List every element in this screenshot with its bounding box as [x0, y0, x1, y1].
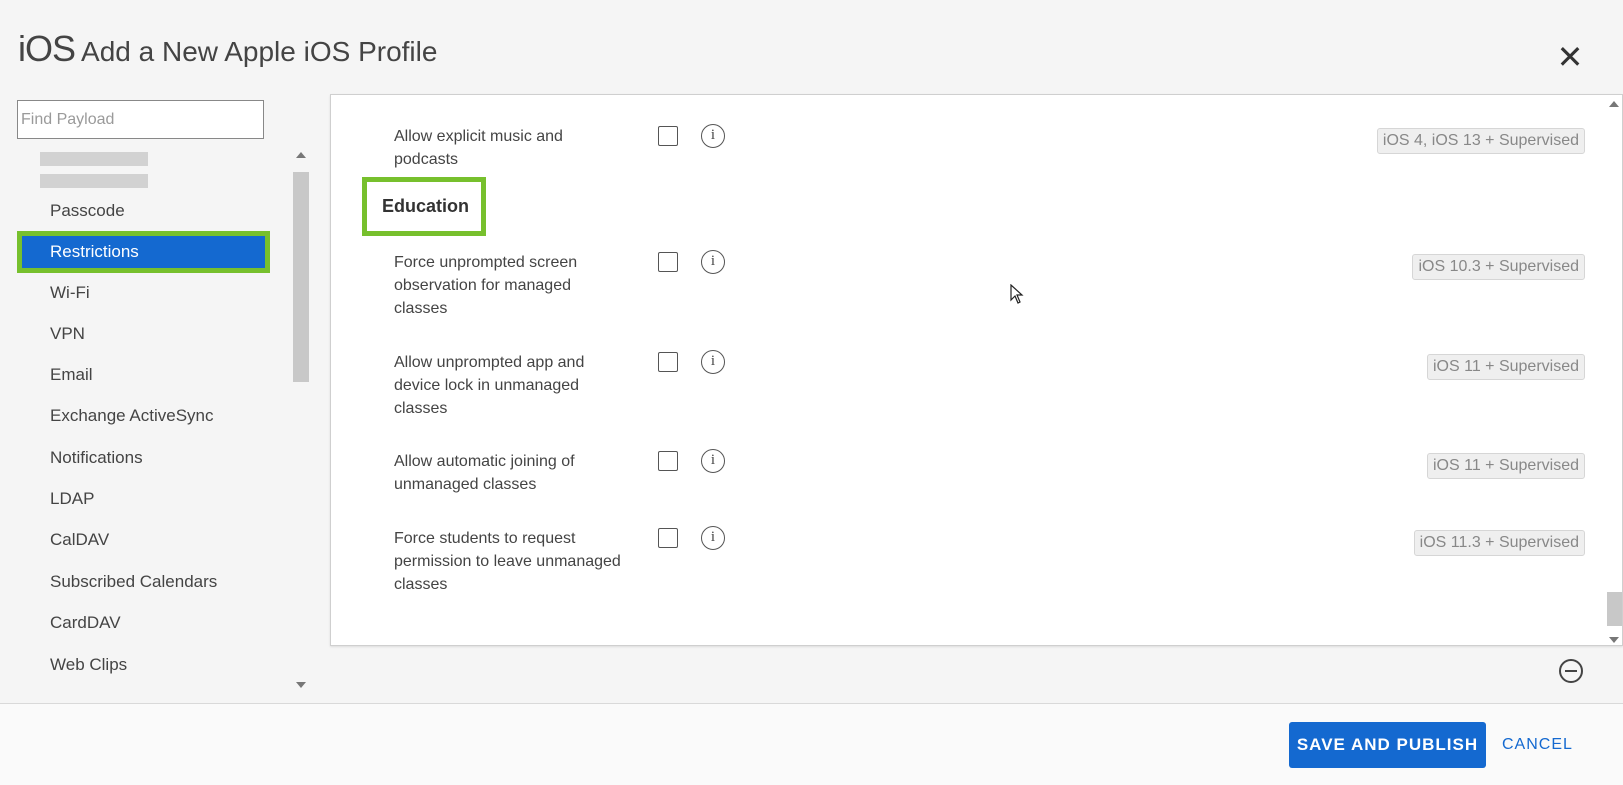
- cancel-button[interactable]: CANCEL: [1502, 722, 1573, 768]
- section-heading-education: Education: [362, 177, 486, 236]
- sidebar-scrollbar[interactable]: [292, 150, 309, 695]
- panel-scrollbar[interactable]: [1605, 95, 1622, 645]
- version-badge: iOS 10.3 + Supervised: [1412, 254, 1585, 280]
- close-icon[interactable]: ✕: [1555, 41, 1585, 73]
- setting-label: Force students to request permission to …: [394, 530, 621, 593]
- scrollbar-thumb[interactable]: [293, 172, 309, 382]
- setting-checkbox[interactable]: [658, 252, 678, 272]
- sidebar-item-vpn[interactable]: VPN: [17, 313, 267, 355]
- sidebar-item-wifi[interactable]: Wi-Fi: [17, 272, 267, 314]
- sidebar-item-web-clips[interactable]: Web Clips: [17, 644, 267, 686]
- scroll-down-icon[interactable]: [1609, 637, 1619, 643]
- info-icon[interactable]: i: [701, 526, 725, 550]
- scroll-down-icon[interactable]: [296, 682, 306, 688]
- sidebar-item-restrictions[interactable]: Restrictions: [17, 231, 270, 273]
- setting-label: Allow explicit music and podcasts: [394, 128, 563, 168]
- os-label: iOS: [18, 28, 76, 69]
- setting-label: Allow automatic joining of unmanaged cla…: [394, 453, 575, 493]
- find-payload-input[interactable]: [17, 100, 264, 139]
- payload-sidebar: Passcode Restrictions Wi-Fi VPN Email Ex…: [17, 150, 292, 695]
- sidebar-item-email[interactable]: Email: [17, 354, 267, 396]
- page-title: Add a New Apple iOS Profile: [81, 36, 438, 67]
- sidebar-item-carddav[interactable]: CardDAV: [17, 602, 267, 644]
- info-icon[interactable]: i: [701, 250, 725, 274]
- sidebar-item-passcode[interactable]: Passcode: [17, 190, 267, 232]
- sidebar-item-exchange-activesync[interactable]: Exchange ActiveSync: [17, 395, 267, 437]
- scrollbar-thumb[interactable]: [1607, 592, 1622, 626]
- sidebar-item-notifications[interactable]: Notifications: [17, 437, 267, 479]
- version-badge: iOS 11 + Supervised: [1426, 453, 1585, 479]
- setting-checkbox[interactable]: [658, 352, 678, 372]
- sidebar-item-caldav[interactable]: CalDAV: [17, 519, 267, 561]
- save-and-publish-button[interactable]: SAVE AND PUBLISH: [1289, 722, 1486, 768]
- sidebar-item-ldap[interactable]: LDAP: [17, 478, 267, 520]
- scroll-up-icon[interactable]: [296, 152, 306, 158]
- footer-bar: SAVE AND PUBLISH CANCEL: [0, 703, 1623, 785]
- sidebar-item-subscribed-calendars[interactable]: Subscribed Calendars: [17, 561, 267, 603]
- scroll-up-icon[interactable]: [1609, 101, 1619, 107]
- info-icon[interactable]: i: [701, 124, 725, 148]
- version-badge: iOS 4, iOS 13 + Supervised: [1376, 128, 1585, 154]
- info-icon[interactable]: i: [701, 350, 725, 374]
- setting-checkbox[interactable]: [658, 126, 678, 146]
- setting-label: Force unprompted screen observation for …: [394, 254, 578, 317]
- version-badge: iOS 11.3 + Supervised: [1413, 530, 1585, 556]
- setting-checkbox[interactable]: [658, 528, 678, 548]
- placeholder-bar: [40, 174, 148, 188]
- version-badge: iOS 11 + Supervised: [1426, 354, 1585, 380]
- remove-payload-icon[interactable]: [1559, 659, 1583, 683]
- placeholder-bar: [40, 152, 148, 166]
- setting-checkbox[interactable]: [658, 451, 678, 471]
- info-icon[interactable]: i: [701, 449, 725, 473]
- restrictions-panel: Allow explicit music and podcasts i iOS …: [330, 94, 1623, 646]
- setting-label: Allow unprompted app and device lock in …: [394, 354, 585, 417]
- title-bar: iOS Add a New Apple iOS Profile: [18, 28, 437, 70]
